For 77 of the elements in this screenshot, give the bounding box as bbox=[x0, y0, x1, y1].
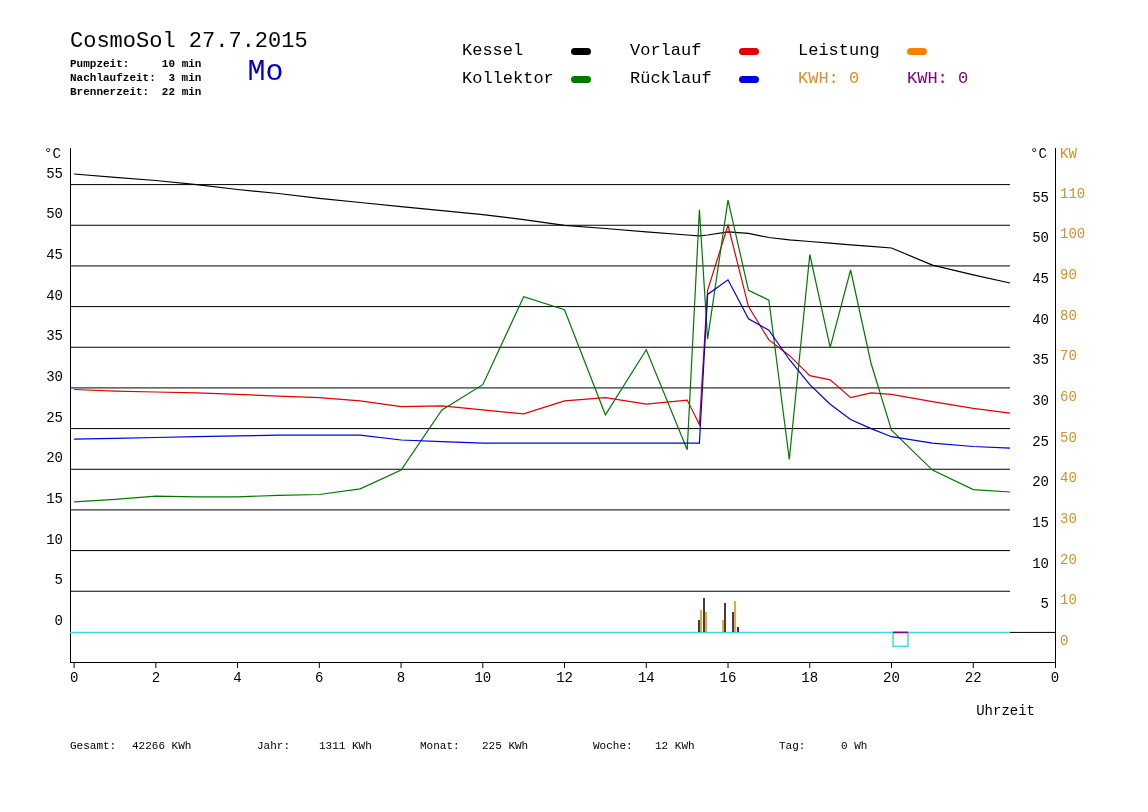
axis-label: 6 bbox=[315, 670, 324, 686]
total-label: Tag: bbox=[779, 740, 807, 752]
axis-label: 20 bbox=[883, 670, 900, 686]
total-value: 42266 KWh bbox=[132, 740, 192, 752]
legend-label: Rücklauf bbox=[630, 70, 713, 88]
axis-label: 40 bbox=[46, 287, 63, 304]
axis-label: 18 bbox=[801, 670, 819, 686]
axis-unit: °C bbox=[44, 146, 61, 162]
axis-label: 10 bbox=[1032, 555, 1049, 572]
legend-label: Leistung bbox=[798, 42, 881, 60]
axis-label: 40 bbox=[1060, 470, 1077, 487]
axis-label: 60 bbox=[1060, 388, 1077, 405]
total-value: 1311 KWh bbox=[319, 740, 372, 752]
stat-value: 22 min bbox=[161, 85, 202, 99]
axis-label: 16 bbox=[719, 670, 737, 686]
total-label: Jahr: bbox=[257, 740, 291, 752]
total-label: Woche: bbox=[593, 740, 634, 752]
axis-label: 10 bbox=[46, 531, 63, 548]
stat-value: 10 min bbox=[161, 57, 202, 71]
axis-label: 14 bbox=[637, 670, 655, 686]
legend-label: Kollektor bbox=[462, 70, 555, 88]
total-value: 0 Wh bbox=[841, 740, 868, 752]
total-label: Gesamt: bbox=[70, 740, 118, 752]
axis-label: 30 bbox=[1032, 392, 1049, 409]
axis-label: 10 bbox=[1060, 592, 1077, 609]
axis-label: 100 bbox=[1060, 226, 1086, 243]
axis-label: 110 bbox=[1060, 185, 1086, 202]
axis-label: 15 bbox=[1032, 514, 1049, 531]
axis-label: 20 bbox=[1060, 551, 1077, 568]
stat-label: Pumpzeit: bbox=[70, 57, 131, 71]
page-title: CosmoSol 27.7.2015 bbox=[70, 29, 309, 55]
axis-unit: °C bbox=[1030, 146, 1047, 162]
axis-label: 70 bbox=[1060, 348, 1077, 365]
axis-label: 25 bbox=[46, 409, 63, 426]
legend-label: Vorlauf bbox=[630, 42, 703, 60]
axis-label: 50 bbox=[46, 206, 63, 223]
stat-label: Nachlaufzeit: bbox=[70, 71, 156, 85]
axis-title: Uhrzeit bbox=[976, 703, 1035, 719]
axis-unit: KW bbox=[1060, 146, 1077, 162]
axis-label: 40 bbox=[1032, 311, 1049, 328]
axis-label: 35 bbox=[46, 328, 63, 345]
axis-label: 2 bbox=[151, 670, 161, 686]
weekday-label: Mo bbox=[247, 55, 284, 91]
axis-label: 55 bbox=[46, 165, 63, 182]
axis-label: 0 bbox=[1050, 670, 1060, 686]
axis-label: 50 bbox=[1060, 429, 1077, 446]
axis-label: 30 bbox=[46, 368, 63, 385]
total-value: 12 KWh bbox=[655, 740, 695, 752]
axis-label: 5 bbox=[54, 572, 63, 589]
axis-label: 0 bbox=[1060, 632, 1069, 649]
total-label: Monat: bbox=[420, 740, 461, 752]
axis-label: 15 bbox=[46, 490, 63, 507]
axis-label: 55 bbox=[1032, 189, 1049, 206]
axis-label: 0 bbox=[54, 612, 63, 629]
energy-total: KWH: 0 bbox=[798, 70, 861, 88]
axis-label: 4 bbox=[233, 670, 242, 686]
axis-label: 8 bbox=[396, 670, 406, 686]
axis-label: 10 bbox=[474, 670, 492, 686]
axis-label: 50 bbox=[1032, 230, 1049, 247]
axis-label: 0 bbox=[69, 670, 79, 686]
energy-total: KWH: 0 bbox=[907, 70, 966, 88]
axis-label: 80 bbox=[1060, 307, 1077, 324]
axis-label: 20 bbox=[46, 450, 63, 467]
total-value: 225 KWh bbox=[482, 740, 529, 752]
stat-label: Brennerzeit: bbox=[70, 85, 151, 99]
axis-label: 45 bbox=[46, 246, 63, 263]
axis-label: 90 bbox=[1060, 266, 1077, 283]
axis-label: 45 bbox=[1032, 270, 1049, 287]
axis-label: 30 bbox=[1060, 510, 1077, 527]
legend-label: Kessel bbox=[462, 42, 525, 60]
axis-label: 35 bbox=[1032, 352, 1049, 369]
axis-label: 5 bbox=[1040, 596, 1049, 613]
axis-label: 20 bbox=[1032, 474, 1049, 491]
axis-label: 12 bbox=[556, 670, 573, 686]
axis-label: 25 bbox=[1032, 433, 1049, 450]
axis-label: 22 bbox=[964, 670, 982, 686]
stat-value: 3 min bbox=[167, 71, 202, 85]
